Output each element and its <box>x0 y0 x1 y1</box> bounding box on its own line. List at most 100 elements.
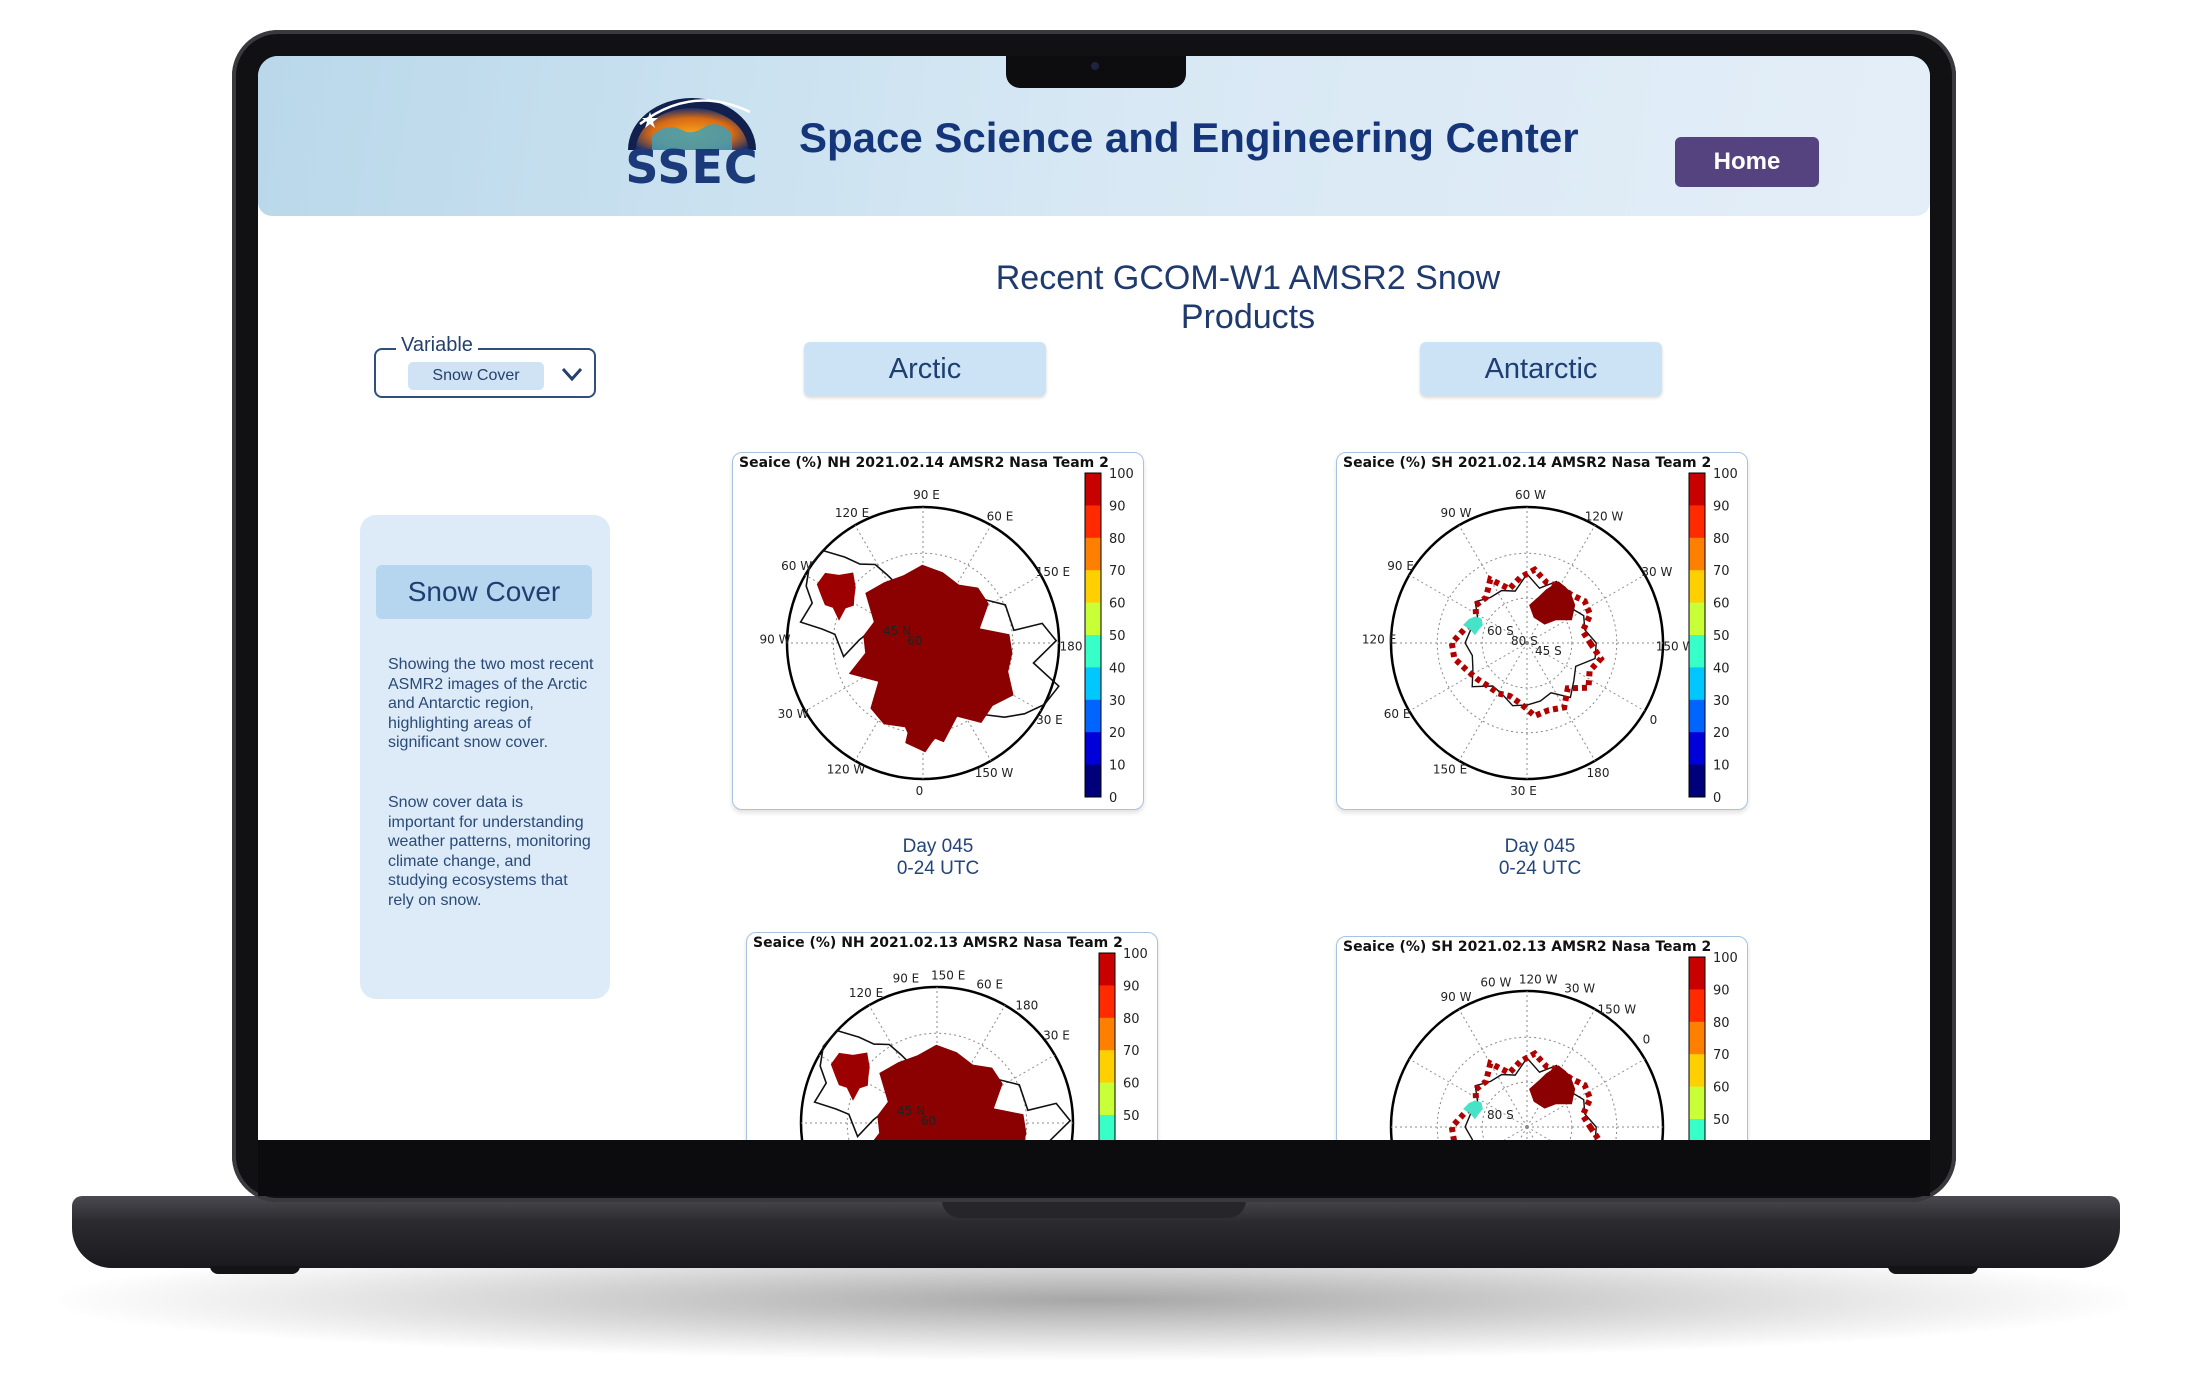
chevron-down-icon[interactable] <box>560 364 584 384</box>
variable-select[interactable]: Variable Snow Cover <box>374 334 596 398</box>
longitude-label: 150 W <box>975 766 1014 780</box>
colorbar-tick-label: 70 <box>1109 564 1126 579</box>
map-sh-20210214[interactable]: Seaice (%) SH 2021.02.14 AMSR2 Nasa Team… <box>1336 452 1748 810</box>
colorbar-segment <box>1689 570 1705 604</box>
longitude-label: 120 E <box>849 986 883 1000</box>
colorbar-segment <box>1689 667 1705 701</box>
colorbar-segment <box>1689 764 1705 798</box>
browser-viewport: SSEC Space Science and Engineering Cente… <box>258 56 1930 1140</box>
colorbar-tick-label: 90 <box>1713 983 1730 998</box>
colorbar-tick-label: 80 <box>1713 532 1730 547</box>
colorbar-tick-label: 100 <box>1123 947 1148 962</box>
longitude-label: 90 E <box>1387 559 1414 573</box>
snow-cover-button[interactable]: Snow Cover <box>376 565 592 619</box>
latitude-label: 80 S <box>1487 1108 1514 1122</box>
caption-day: Day 045 <box>902 836 974 857</box>
colorbar-segment <box>1085 667 1101 701</box>
longitude-label: 60 W <box>1515 488 1546 502</box>
colorbar-tick-label: 100 <box>1713 951 1738 966</box>
colorbar-tick-label: 10 <box>1109 759 1126 774</box>
longitude-label: 30 W <box>1564 982 1595 996</box>
longitude-label: 150 E <box>1036 565 1070 579</box>
longitude-label: 0 <box>916 784 924 798</box>
polar-map-plot: Seaice (%) NH 2021.02.14 AMSR2 Nasa Team… <box>739 455 1134 806</box>
info-description-2: Snow cover data is important for underst… <box>388 794 591 909</box>
longitude-label: 0 <box>1643 1033 1651 1047</box>
colorbar-segment <box>1689 1054 1705 1088</box>
longitude-label: 30 W <box>1641 565 1672 579</box>
colorbar-tick-label: 90 <box>1713 499 1730 514</box>
colorbar-tick-label: 40 <box>1109 661 1126 676</box>
longitude-label: 150 W <box>1598 1002 1637 1016</box>
colorbar-segment <box>1099 1017 1115 1051</box>
longitude-label: 120 W <box>1585 510 1624 524</box>
colorbar-segment <box>1689 699 1705 733</box>
colorbar-segment <box>1689 635 1705 668</box>
colorbar-segment <box>1085 732 1101 766</box>
map-title: Seaice (%) NH 2021.02.14 AMSR2 Nasa Team… <box>739 455 1109 471</box>
colorbar-segment <box>1085 570 1101 604</box>
longitude-label: 90 E <box>893 971 920 985</box>
colorbar-segment <box>1085 473 1101 506</box>
laptop-foot <box>1888 1266 1978 1274</box>
map-nh-20210213[interactable]: Seaice (%) NH 2021.02.13 AMSR2 Nasa Team… <box>746 932 1158 1140</box>
colorbar-tick-label: 30 <box>1109 694 1126 709</box>
colorbar-tick-label: 0 <box>1713 791 1721 806</box>
tab-antarctic[interactable]: Antarctic <box>1420 342 1662 396</box>
longitude-label: 90 W <box>1441 506 1472 520</box>
colorbar-tick-label: 60 <box>1713 1081 1730 1096</box>
latitude-label: 45 S <box>1535 644 1562 658</box>
colorbar-tick-label: 80 <box>1123 1012 1140 1027</box>
colorbar-segment <box>1689 505 1705 539</box>
colorbar-segment <box>1085 505 1101 539</box>
colorbar-tick-label: 50 <box>1123 1109 1140 1124</box>
colorbar-tick-label: 90 <box>1123 979 1140 994</box>
longitude-label: 180 <box>1015 998 1038 1012</box>
map-title: Seaice (%) NH 2021.02.13 AMSR2 Nasa Team… <box>753 935 1123 951</box>
colorbar-tick-label: 60 <box>1109 597 1126 612</box>
longitude-label: 180 <box>1587 766 1610 780</box>
variable-select-label: Variable <box>396 334 478 357</box>
colorbar-segment <box>1689 989 1705 1023</box>
colorbar-segment <box>1085 635 1101 668</box>
variable-select-value[interactable]: Snow Cover <box>408 362 544 390</box>
colorbar-tick-label: 0 <box>1109 791 1117 806</box>
polar-map-plot: Seaice (%) SH 2021.02.13 AMSR2 Nasa Team… <box>1343 939 1738 1140</box>
map-nh-20210214[interactable]: Seaice (%) NH 2021.02.14 AMSR2 Nasa Team… <box>732 452 1144 810</box>
home-button[interactable]: Home <box>1675 137 1819 187</box>
longitude-label: 90 W <box>760 633 791 647</box>
longitude-label: 120 W <box>827 762 866 776</box>
longitude-label: 30 E <box>1043 1029 1070 1043</box>
longitude-label: 150 E <box>931 968 965 982</box>
longitude-label: 30 E <box>1510 784 1537 798</box>
colorbar-tick-label: 100 <box>1713 467 1738 482</box>
colorbar-segment <box>1099 1115 1115 1140</box>
longitude-label: 180 <box>1060 640 1083 654</box>
colorbar-tick-label: 10 <box>1713 759 1730 774</box>
colorbar-segment <box>1099 1082 1115 1116</box>
colorbar-tick-label: 50 <box>1109 629 1126 644</box>
colorbar-segment <box>1689 602 1705 636</box>
colorbar-segment <box>1689 957 1705 990</box>
colorbar-tick-label: 80 <box>1713 1016 1730 1031</box>
site-title: Space Science and Engineering Center <box>799 114 1579 161</box>
camera-icon <box>1091 62 1099 70</box>
screen-bezel <box>258 1140 1930 1196</box>
colorbar-segment <box>1099 953 1115 986</box>
colorbar-tick-label: 70 <box>1713 564 1730 579</box>
longitude-label: 120 E <box>835 506 869 520</box>
colorbar-tick-label: 60 <box>1123 1077 1140 1092</box>
longitude-label: 60 E <box>987 510 1014 524</box>
tab-arctic[interactable]: Arctic <box>804 342 1046 396</box>
caption-time: 0-24 UTC <box>1498 858 1582 879</box>
colorbar-tick-label: 40 <box>1713 661 1730 676</box>
laptop-foot <box>210 1266 300 1274</box>
longitude-label: 60 E <box>976 978 1003 992</box>
map-sh-20210213[interactable]: Seaice (%) SH 2021.02.13 AMSR2 Nasa Team… <box>1336 936 1748 1140</box>
caption-day: Day 045 <box>1504 836 1576 857</box>
colorbar-tick-label: 50 <box>1713 629 1730 644</box>
colorbar-segment <box>1689 1086 1705 1120</box>
colorbar-segment <box>1085 602 1101 636</box>
polar-map-plot: Seaice (%) SH 2021.02.14 AMSR2 Nasa Team… <box>1343 455 1738 806</box>
longitude-label: 60 W <box>781 559 812 573</box>
